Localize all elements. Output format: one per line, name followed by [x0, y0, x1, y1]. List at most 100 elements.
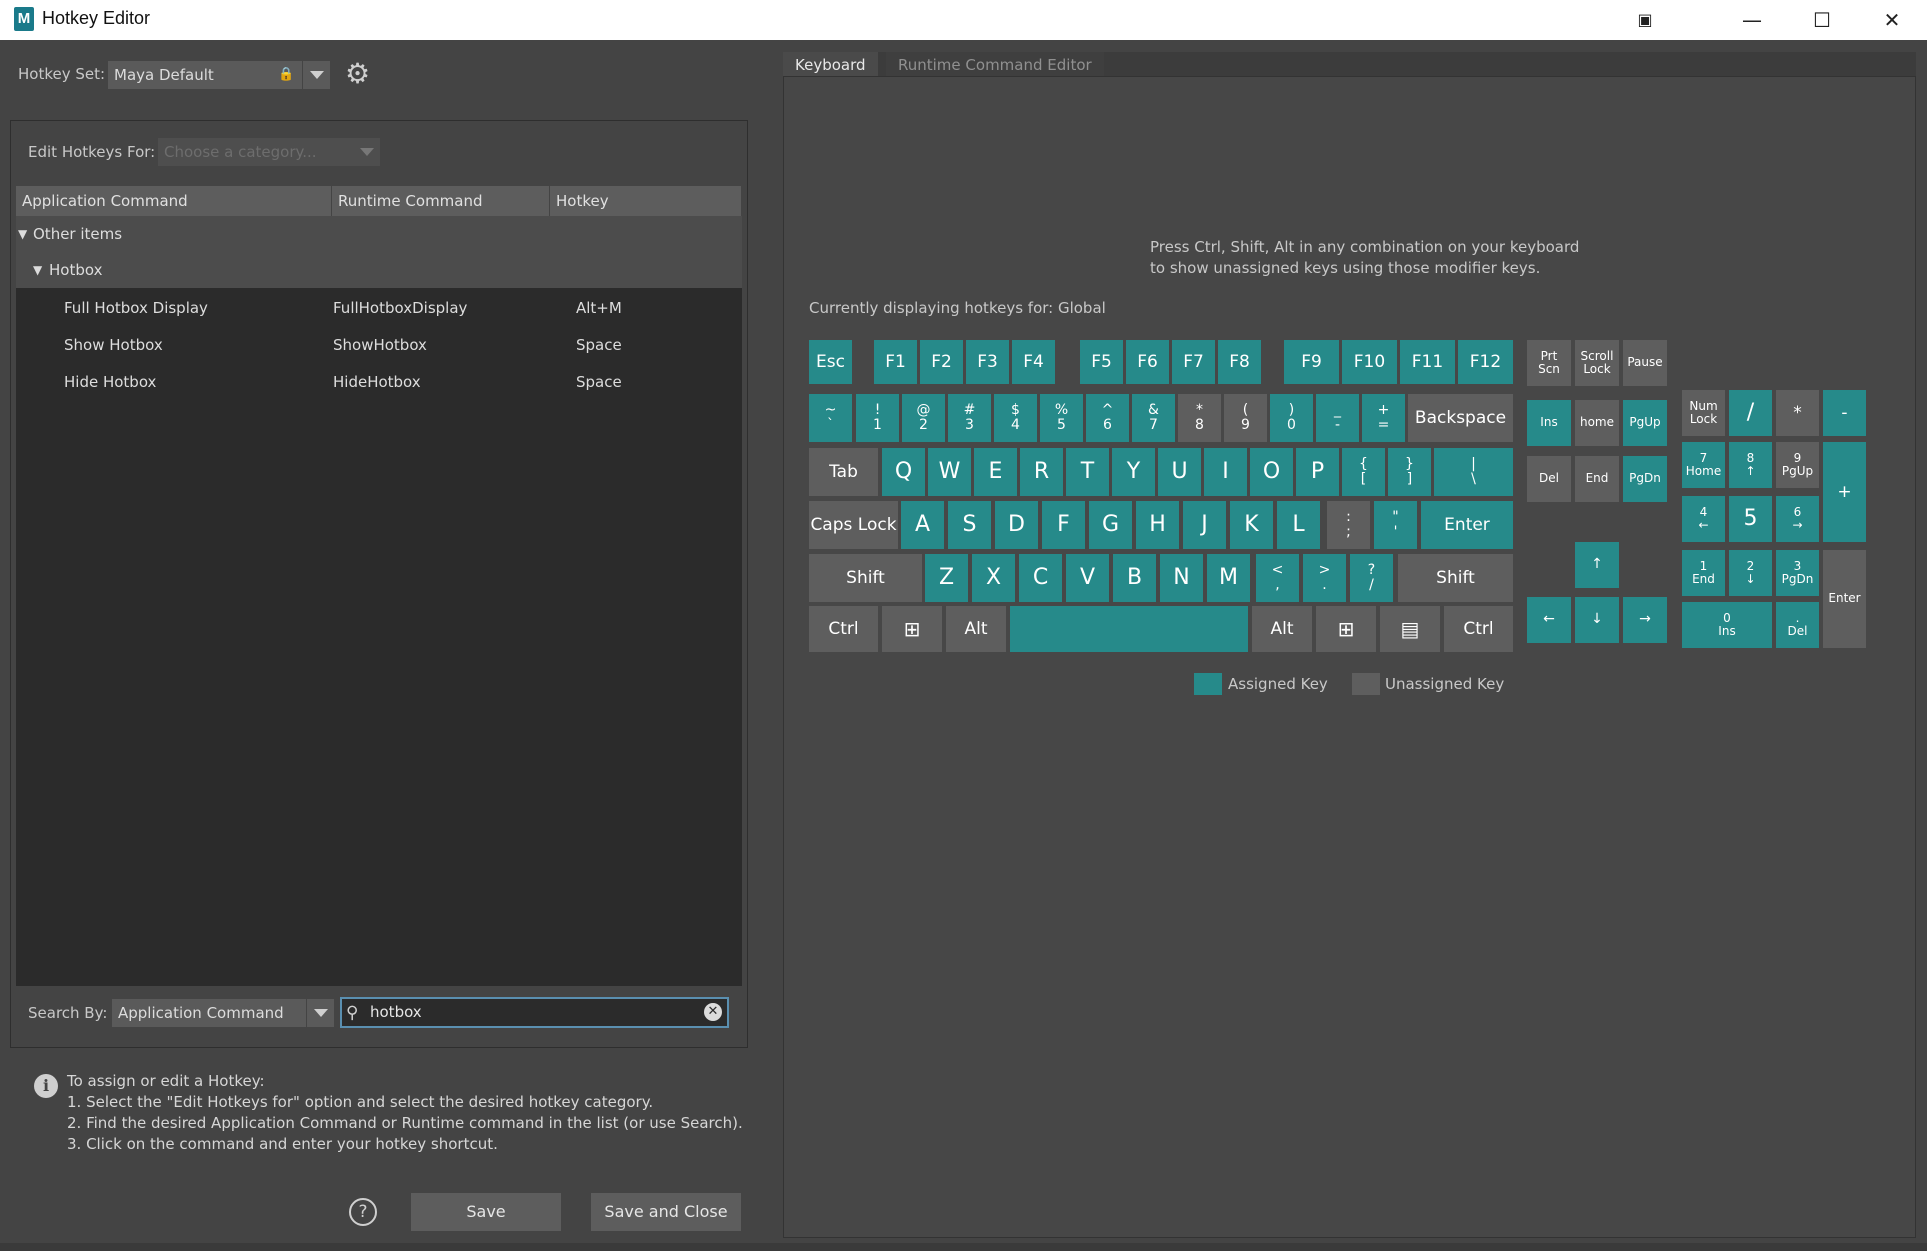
- key-page-up[interactable]: PgUp: [1623, 400, 1667, 446]
- column-header-runtime[interactable]: Runtime Command: [332, 186, 550, 216]
- key-y[interactable]: Y: [1112, 448, 1155, 496]
- hotkey-set-dropdown[interactable]: Maya Default 🔒: [108, 61, 330, 89]
- clear-search-icon[interactable]: ✕: [704, 1003, 722, 1021]
- tab-runtime-command-editor[interactable]: Runtime Command Editor: [886, 52, 1104, 78]
- key-j[interactable]: J: [1183, 501, 1226, 549]
- key-numpad-3[interactable]: 3 PgDn: [1776, 550, 1819, 596]
- tree-group-hotbox[interactable]: ▼ Hotbox: [16, 252, 742, 288]
- key-bracket-left[interactable]: {[: [1342, 448, 1385, 496]
- key-numpad-5[interactable]: 5: [1729, 496, 1772, 542]
- key-shift-right[interactable]: Shift: [1398, 554, 1513, 602]
- key-esc[interactable]: Esc: [809, 340, 852, 384]
- key-ctrl-right[interactable]: Ctrl: [1444, 606, 1513, 652]
- key-numpad-multiply[interactable]: *: [1776, 390, 1819, 436]
- key-pause[interactable]: Pause: [1623, 340, 1667, 386]
- key-shift-left[interactable]: Shift: [809, 554, 922, 602]
- key-numpad-minus[interactable]: -: [1823, 390, 1866, 436]
- key-f3[interactable]: F3: [966, 340, 1009, 384]
- key-home[interactable]: home: [1575, 400, 1619, 446]
- key-bracket-right[interactable]: }]: [1388, 448, 1431, 496]
- snap-icon[interactable]: ▣: [1615, 0, 1675, 40]
- key-e[interactable]: E: [974, 448, 1017, 496]
- key-o[interactable]: O: [1250, 448, 1293, 496]
- key-numpad-0[interactable]: 0 Ins: [1682, 602, 1772, 648]
- key-backslash[interactable]: | \: [1434, 448, 1513, 496]
- key-numpad-6[interactable]: 6 →: [1776, 496, 1819, 542]
- column-header-hotkey[interactable]: Hotkey: [550, 186, 742, 216]
- key-f[interactable]: F: [1042, 501, 1085, 549]
- key-numpad-8[interactable]: 8 ↑: [1729, 442, 1772, 488]
- close-button[interactable]: ✕: [1862, 0, 1922, 40]
- key-v[interactable]: V: [1066, 554, 1109, 602]
- key-f6[interactable]: F6: [1126, 340, 1169, 384]
- expand-icon[interactable]: ▼: [33, 252, 42, 288]
- key-comma[interactable]: <,: [1256, 554, 1299, 602]
- key-f11[interactable]: F11: [1400, 340, 1455, 384]
- menu-key-icon[interactable]: ▤: [1380, 606, 1440, 652]
- tab-keyboard[interactable]: Keyboard: [783, 52, 878, 78]
- key-print-screen[interactable]: Prt Scn: [1527, 340, 1571, 386]
- key-numpad-divide[interactable]: /: [1729, 390, 1772, 436]
- search-by-dropdown[interactable]: Application Command: [112, 999, 334, 1027]
- key-arrow-right[interactable]: →: [1623, 597, 1667, 643]
- key-numpad-decimal[interactable]: . Del: [1776, 602, 1819, 648]
- key-f4[interactable]: F4: [1012, 340, 1055, 384]
- key-numpad-9[interactable]: 9 PgUp: [1776, 442, 1819, 488]
- key-f1[interactable]: F1: [874, 340, 917, 384]
- key-minus[interactable]: _ -: [1316, 394, 1359, 442]
- key-z[interactable]: Z: [925, 554, 968, 602]
- key-f12[interactable]: F12: [1458, 340, 1513, 384]
- key-b[interactable]: B: [1113, 554, 1156, 602]
- key-semicolon[interactable]: :;: [1327, 501, 1370, 549]
- windows-icon[interactable]: ⊞: [1316, 606, 1376, 652]
- key-numpad-plus[interactable]: +: [1823, 442, 1866, 542]
- tree-group-other-items[interactable]: ▼ Other items: [16, 216, 742, 252]
- key-f5[interactable]: F5: [1080, 340, 1123, 384]
- key-8[interactable]: * 8: [1178, 394, 1221, 442]
- key-arrow-up[interactable]: ↑: [1575, 542, 1619, 588]
- key-7[interactable]: & 7: [1132, 394, 1175, 442]
- key-t[interactable]: T: [1066, 448, 1109, 496]
- key-x[interactable]: X: [972, 554, 1015, 602]
- key-period[interactable]: >.: [1303, 554, 1346, 602]
- key-numpad-2[interactable]: 2 ↓: [1729, 550, 1772, 596]
- key-tilde[interactable]: ~ `: [809, 394, 852, 442]
- key-num-lock[interactable]: Num Lock: [1682, 390, 1725, 436]
- search-input[interactable]: ⚲ hotbox ✕: [340, 997, 729, 1028]
- key-r[interactable]: R: [1020, 448, 1063, 496]
- key-a[interactable]: A: [901, 501, 944, 549]
- key-k[interactable]: K: [1230, 501, 1273, 549]
- key-f7[interactable]: F7: [1172, 340, 1215, 384]
- key-numpad-enter[interactable]: Enter: [1823, 550, 1866, 648]
- column-header-application[interactable]: Application Command: [16, 186, 332, 216]
- table-row[interactable]: Hide Hotbox HideHotbox Space: [16, 364, 742, 400]
- key-f10[interactable]: F10: [1342, 340, 1397, 384]
- key-6[interactable]: ^ 6: [1086, 394, 1129, 442]
- key-delete[interactable]: Del: [1527, 456, 1571, 502]
- key-u[interactable]: U: [1158, 448, 1201, 496]
- key-numpad-1[interactable]: 1 End: [1682, 550, 1725, 596]
- key-c[interactable]: C: [1019, 554, 1062, 602]
- key-h[interactable]: H: [1136, 501, 1179, 549]
- key-w[interactable]: W: [928, 448, 971, 496]
- key-numpad-7[interactable]: 7 Home: [1682, 442, 1725, 488]
- key-ctrl-left[interactable]: Ctrl: [809, 606, 878, 652]
- windows-icon[interactable]: ⊞: [882, 606, 942, 652]
- save-button[interactable]: Save: [411, 1193, 561, 1231]
- key-tab[interactable]: Tab: [809, 448, 878, 496]
- key-1[interactable]: ! 1: [856, 394, 899, 442]
- key-arrow-left[interactable]: ←: [1527, 597, 1571, 643]
- key-i[interactable]: I: [1204, 448, 1247, 496]
- key-arrow-down[interactable]: ↓: [1575, 597, 1619, 643]
- key-alt-left[interactable]: Alt: [946, 606, 1006, 652]
- key-m[interactable]: M: [1207, 554, 1250, 602]
- key-caps-lock[interactable]: Caps Lock: [809, 501, 898, 549]
- key-backspace[interactable]: Backspace: [1408, 394, 1513, 442]
- key-d[interactable]: D: [995, 501, 1038, 549]
- key-4[interactable]: $4: [994, 394, 1037, 442]
- key-2[interactable]: @2: [902, 394, 945, 442]
- category-dropdown[interactable]: Choose a category...: [158, 138, 380, 166]
- table-row[interactable]: Full Hotbox Display FullHotboxDisplay Al…: [16, 290, 742, 326]
- key-end[interactable]: End: [1575, 456, 1619, 502]
- key-equals[interactable]: + =: [1362, 394, 1405, 442]
